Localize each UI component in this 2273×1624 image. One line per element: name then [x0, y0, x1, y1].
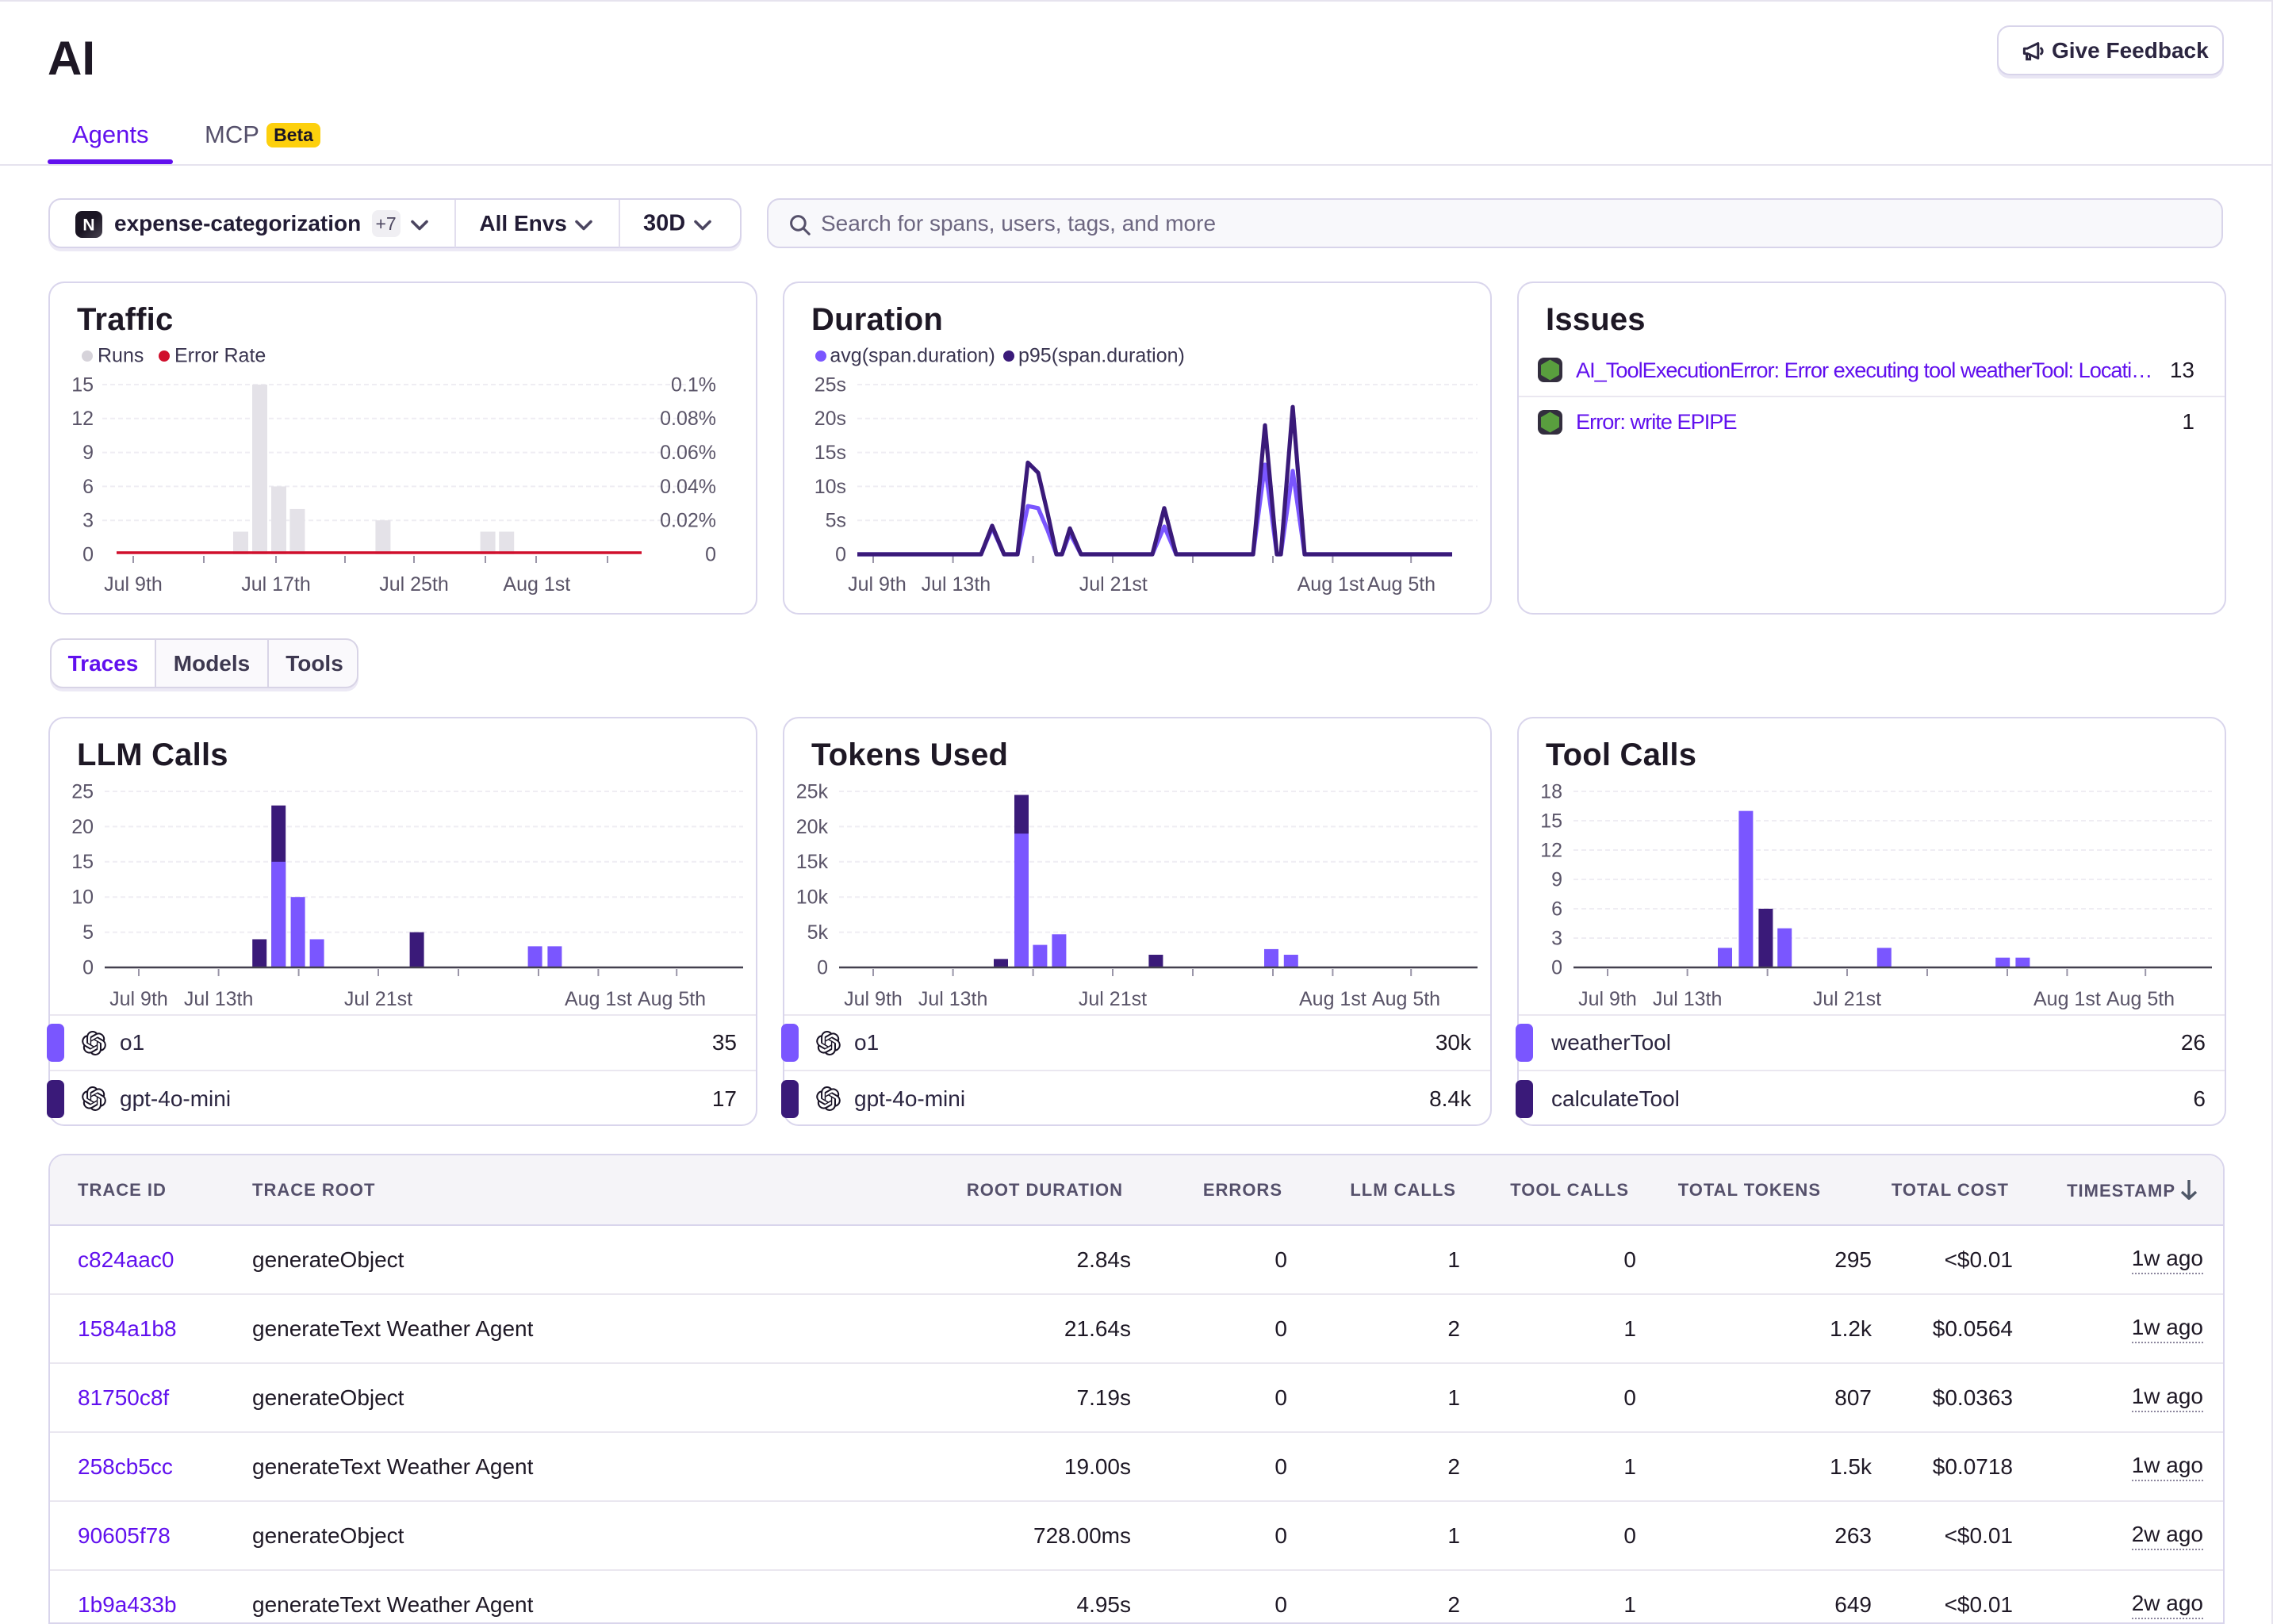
svg-text:Jul 9th: Jul 9th — [104, 573, 163, 596]
svg-text:3: 3 — [82, 510, 94, 532]
svg-text:Jul 17th: Jul 17th — [241, 573, 311, 596]
svg-text:12: 12 — [1540, 839, 1562, 861]
svg-text:0.1%: 0.1% — [671, 373, 716, 396]
svg-text:Aug 5th: Aug 5th — [1372, 988, 1440, 1010]
svg-text:0: 0 — [835, 543, 846, 565]
svg-text:Aug 1st: Aug 1st — [2033, 988, 2101, 1010]
svg-text:Jul 21st: Jul 21st — [1079, 988, 1147, 1010]
svg-text:15s: 15s — [815, 442, 846, 464]
svg-text:10k: 10k — [796, 887, 829, 909]
svg-text:Jul 21st: Jul 21st — [1079, 573, 1148, 596]
svg-text:Jul 13th: Jul 13th — [1653, 988, 1723, 1010]
svg-text:15k: 15k — [796, 851, 829, 873]
svg-text:18: 18 — [1540, 780, 1562, 802]
svg-text:15: 15 — [71, 851, 94, 873]
svg-text:Aug 5th: Aug 5th — [1367, 573, 1435, 596]
svg-text:6: 6 — [82, 476, 94, 498]
svg-text:Jul 21st: Jul 21st — [1813, 988, 1881, 1010]
svg-text:Aug 5th: Aug 5th — [2106, 988, 2175, 1010]
svg-text:6: 6 — [1551, 898, 1562, 920]
svg-text:Aug 1st: Aug 1st — [1299, 988, 1366, 1010]
svg-text:Aug 1st: Aug 1st — [1297, 573, 1365, 596]
svg-text:Jul 13th: Jul 13th — [918, 988, 988, 1010]
svg-text:12: 12 — [71, 408, 94, 430]
svg-text:10s: 10s — [815, 476, 846, 498]
svg-text:0: 0 — [817, 956, 828, 979]
svg-text:9: 9 — [82, 442, 94, 464]
svg-text:Jul 25th: Jul 25th — [379, 573, 449, 596]
svg-text:0: 0 — [82, 543, 94, 565]
svg-text:15: 15 — [71, 373, 94, 396]
svg-text:5: 5 — [82, 921, 94, 944]
svg-text:Jul 21st: Jul 21st — [344, 988, 412, 1010]
svg-text:10: 10 — [71, 887, 94, 909]
svg-text:Jul 9th: Jul 9th — [1578, 988, 1637, 1010]
svg-text:20k: 20k — [796, 816, 829, 838]
svg-text:3: 3 — [1551, 927, 1562, 949]
svg-text:25: 25 — [71, 780, 94, 802]
svg-text:25s: 25s — [815, 373, 846, 396]
svg-text:15: 15 — [1540, 810, 1562, 832]
svg-text:0.06%: 0.06% — [660, 442, 716, 464]
svg-text:Aug 1st: Aug 1st — [565, 988, 632, 1010]
svg-text:20s: 20s — [815, 408, 846, 430]
svg-text:Jul 13th: Jul 13th — [184, 988, 254, 1010]
svg-text:25k: 25k — [796, 780, 829, 802]
svg-text:Jul 13th: Jul 13th — [922, 573, 991, 596]
svg-text:0: 0 — [705, 543, 716, 565]
svg-text:9: 9 — [1551, 868, 1562, 891]
svg-text:20: 20 — [71, 816, 94, 838]
svg-text:5k: 5k — [807, 921, 829, 944]
svg-text:5s: 5s — [826, 510, 846, 532]
svg-text:0.04%: 0.04% — [660, 476, 716, 498]
svg-text:0.08%: 0.08% — [660, 408, 716, 430]
svg-text:0: 0 — [1551, 956, 1562, 979]
svg-text:Jul 9th: Jul 9th — [844, 988, 903, 1010]
svg-text:0: 0 — [82, 956, 94, 979]
svg-text:Aug 5th: Aug 5th — [638, 988, 706, 1010]
svg-text:N: N — [82, 216, 94, 235]
svg-text:Jul 9th: Jul 9th — [109, 988, 168, 1010]
svg-text:0.02%: 0.02% — [660, 510, 716, 532]
svg-text:Aug 1st: Aug 1st — [503, 573, 570, 596]
svg-text:Jul 9th: Jul 9th — [848, 573, 907, 596]
